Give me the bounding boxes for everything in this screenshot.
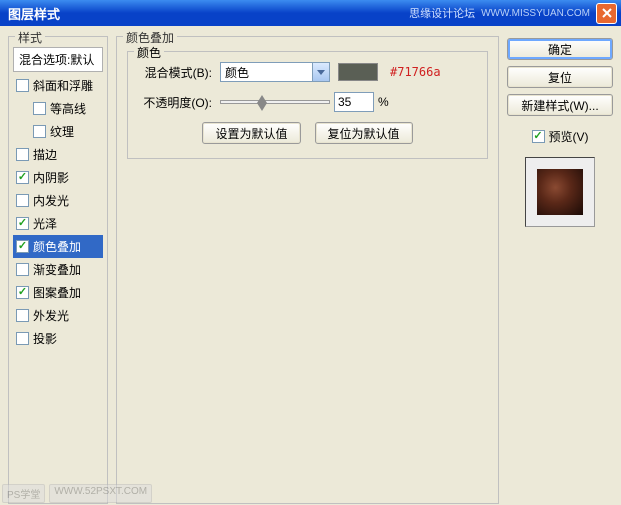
ok-button[interactable]: 确定	[507, 38, 613, 60]
close-icon	[602, 8, 612, 18]
style-checkbox[interactable]	[16, 194, 29, 207]
close-button[interactable]	[596, 3, 617, 24]
style-label: 颜色叠加	[33, 238, 81, 255]
style-label: 描边	[33, 146, 57, 163]
style-item-外发光[interactable]: 外发光	[13, 304, 103, 327]
style-checkbox[interactable]	[16, 240, 29, 253]
blend-mode-label: 混合模式(B):	[138, 64, 212, 81]
style-label: 内发光	[33, 192, 69, 209]
color-swatch[interactable]	[338, 63, 378, 81]
chevron-down-icon	[312, 63, 329, 81]
color-fieldset: 颜色 混合模式(B): 颜色 #71766a 不透明度(O):	[127, 51, 488, 159]
preview-label: 预览(V)	[549, 128, 589, 145]
style-label: 光泽	[33, 215, 57, 232]
style-label: 图案叠加	[33, 284, 81, 301]
style-list: 斜面和浮雕等高线纹理描边内阴影内发光光泽颜色叠加渐变叠加图案叠加外发光投影	[13, 74, 103, 350]
blend-mode-value: 颜色	[225, 64, 249, 81]
main-fieldset: 颜色叠加 颜色 混合模式(B): 颜色 #71766a 不透明度(O):	[116, 36, 499, 504]
style-item-内阴影[interactable]: 内阴影	[13, 166, 103, 189]
style-label: 纹理	[50, 123, 74, 140]
style-checkbox[interactable]	[16, 148, 29, 161]
new-style-button[interactable]: 新建样式(W)...	[507, 94, 613, 116]
opacity-unit: %	[378, 95, 389, 109]
style-checkbox[interactable]	[16, 79, 29, 92]
style-checkbox[interactable]	[33, 102, 46, 115]
style-checkbox[interactable]	[16, 286, 29, 299]
style-checkbox[interactable]	[16, 263, 29, 276]
preview-checkbox[interactable]	[532, 130, 545, 143]
style-checkbox[interactable]	[16, 217, 29, 230]
style-item-斜面和浮雕[interactable]: 斜面和浮雕	[13, 74, 103, 97]
forum-label: 思缘设计论坛	[409, 5, 475, 21]
style-label: 等高线	[50, 100, 86, 117]
slider-thumb-icon[interactable]	[257, 95, 267, 111]
style-label: 投影	[33, 330, 57, 347]
style-checkbox[interactable]	[33, 125, 46, 138]
styles-fieldset: 样式 混合选项:默认 斜面和浮雕等高线纹理描边内阴影内发光光泽颜色叠加渐变叠加图…	[8, 36, 108, 504]
style-item-内发光[interactable]: 内发光	[13, 189, 103, 212]
opacity-slider[interactable]	[220, 100, 330, 104]
preview-thumbnail	[537, 169, 583, 215]
opacity-input[interactable]	[334, 92, 374, 112]
reset-default-button[interactable]: 复位为默认值	[315, 122, 413, 144]
window-title: 图层样式	[8, 4, 409, 23]
watermark: PS学堂 WWW.52PSXT.COM	[2, 484, 152, 503]
right-column: 确定 复位 新建样式(W)... 预览(V)	[507, 36, 613, 497]
url-label: WWW.MISSYUAN.COM	[481, 8, 590, 19]
titlebar: 图层样式 思缘设计论坛 WWW.MISSYUAN.COM	[0, 0, 621, 26]
cancel-button[interactable]: 复位	[507, 66, 613, 88]
opacity-row: 不透明度(O): %	[138, 92, 477, 112]
style-item-投影[interactable]: 投影	[13, 327, 103, 350]
styles-legend: 样式	[15, 29, 45, 46]
style-item-描边[interactable]: 描边	[13, 143, 103, 166]
style-item-等高线[interactable]: 等高线	[13, 97, 103, 120]
style-item-纹理[interactable]: 纹理	[13, 120, 103, 143]
style-label: 渐变叠加	[33, 261, 81, 278]
blend-mode-select[interactable]: 颜色	[220, 62, 330, 82]
blend-mode-row: 混合模式(B): 颜色 #71766a	[138, 62, 477, 82]
default-buttons-row: 设置为默认值 复位为默认值	[138, 122, 477, 144]
preview-option[interactable]: 预览(V)	[507, 128, 613, 145]
style-checkbox[interactable]	[16, 171, 29, 184]
style-checkbox[interactable]	[16, 309, 29, 322]
style-item-渐变叠加[interactable]: 渐变叠加	[13, 258, 103, 281]
styles-column: 样式 混合选项:默认 斜面和浮雕等高线纹理描边内阴影内发光光泽颜色叠加渐变叠加图…	[8, 36, 108, 497]
style-item-图案叠加[interactable]: 图案叠加	[13, 281, 103, 304]
style-item-光泽[interactable]: 光泽	[13, 212, 103, 235]
preview-panel	[525, 157, 595, 227]
blend-options-header[interactable]: 混合选项:默认	[13, 47, 103, 72]
color-hex: #71766a	[390, 65, 441, 79]
main-column: 颜色叠加 颜色 混合模式(B): 颜色 #71766a 不透明度(O):	[116, 36, 499, 497]
inner-legend: 颜色	[134, 44, 164, 61]
style-label: 外发光	[33, 307, 69, 324]
style-item-颜色叠加[interactable]: 颜色叠加	[13, 235, 103, 258]
style-checkbox[interactable]	[16, 332, 29, 345]
style-label: 内阴影	[33, 169, 69, 186]
set-default-button[interactable]: 设置为默认值	[202, 122, 300, 144]
opacity-label: 不透明度(O):	[138, 94, 212, 111]
dialog-content: 样式 混合选项:默认 斜面和浮雕等高线纹理描边内阴影内发光光泽颜色叠加渐变叠加图…	[0, 26, 621, 505]
style-label: 斜面和浮雕	[33, 77, 93, 94]
